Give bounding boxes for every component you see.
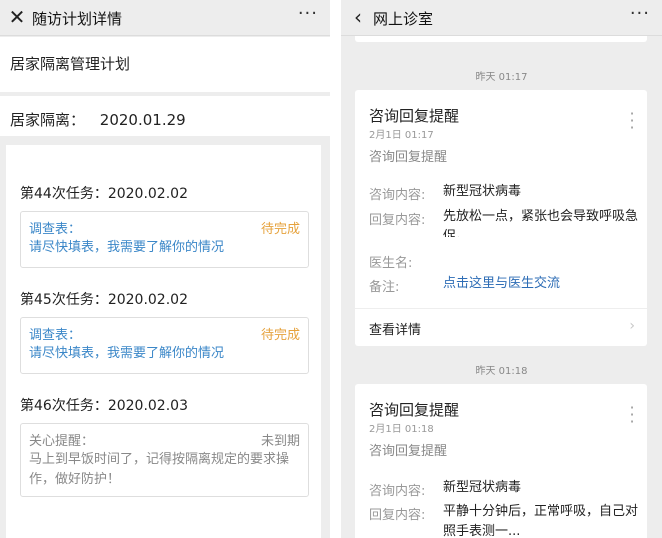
more-icon[interactable]: ···	[630, 3, 650, 24]
close-icon[interactable]: ✕	[6, 6, 28, 28]
page-title: 随访计划详情	[32, 10, 123, 28]
isolation-date: 2020.01.29	[99, 111, 186, 129]
message-subtitle: 咨询回复提醒	[369, 150, 448, 165]
kebab-menu-icon[interactable]: · · ·	[627, 400, 637, 430]
view-details-link[interactable]: 查看详情	[369, 319, 421, 338]
task-box-46[interactable]: 关心提醒： 未到期 马上到早饭时间了，记得按隔离规定的要求操作，做好防护！	[20, 423, 309, 497]
task-header-44: 第44次任务：2020.02.02	[20, 186, 188, 202]
kebab-menu-icon[interactable]: · · ·	[627, 106, 637, 136]
isolation-label: 居家隔离：	[10, 111, 86, 129]
more-icon[interactable]: ···	[298, 3, 318, 24]
task-text: 马上到早饭时间了，记得按隔离规定的要求操作，做好防护！	[29, 452, 290, 487]
plan-title-row: 居家隔离管理计划	[0, 37, 330, 92]
plan-title: 居家隔离管理计划	[10, 55, 131, 73]
field-value: 新型冠状病毒	[443, 184, 522, 199]
divider	[355, 308, 647, 309]
online-clinic-screen: 昨天 01:17 咨询回复提醒 2月1日 01:17 · · · 咨询回复提醒 咨询…	[341, 0, 662, 538]
task-box-45[interactable]: 调查表： 待完成 请尽快填表，我需要了解你的情况	[20, 317, 309, 374]
navbar: ✕ 随访计划详情 ···	[0, 0, 330, 36]
navbar: ‹ 网上诊室 ···	[341, 0, 662, 36]
field-value: 新型冠状病毒	[443, 480, 522, 495]
follow-up-plan-screen: ✕ 随访计划详情 ··· 居家隔离管理计划 居家隔离： 2020.01.29 第…	[0, 0, 330, 538]
task-header-45: 第45次任务：2020.02.02	[20, 292, 188, 308]
task-text: 请尽快填表，我需要了解你的情况	[29, 346, 225, 361]
field-label: 咨询内容:	[369, 484, 426, 499]
message-time: 昨天 01:17	[475, 72, 528, 83]
field-value: 平静十分钟后，正常呼吸，自己对照手表测一...	[443, 504, 639, 538]
task-label: 关心提醒：	[29, 434, 95, 449]
field-label: 备注:	[369, 280, 400, 295]
page-title: 网上诊室	[373, 10, 434, 28]
field-label: 回复内容:	[369, 213, 426, 228]
message-card-1[interactable]: 咨询回复提醒 2月1日 01:17 · · · 咨询回复提醒 咨询内容: 新型冠状病…	[355, 90, 647, 346]
message-subtitle: 咨询回复提醒	[369, 444, 448, 459]
back-icon[interactable]: ‹	[347, 6, 369, 28]
message-title: 咨询回复提醒	[369, 401, 460, 419]
task-header-46: 第46次任务：2020.02.03	[20, 398, 188, 414]
message-card-2[interactable]: 咨询回复提醒 2月1日 01:18 · · · 咨询回复提醒 咨询内容: 新型冠状病…	[355, 384, 647, 538]
status-badge: 待完成	[260, 328, 300, 343]
isolation-row: 居家隔离： 2020.01.29	[0, 96, 330, 136]
field-label: 医生名:	[369, 256, 413, 271]
panel-gap	[330, 0, 341, 538]
field-value: 先放松一点，紧张也会导致呼吸急促。	[443, 209, 638, 237]
task-list: 第44次任务：2020.02.02 调查表： 待完成 请尽快填表，我需要了解你的…	[6, 145, 321, 538]
message-time: 昨天 01:18	[475, 366, 528, 377]
task-label: 调查表：	[29, 328, 82, 343]
message-title: 咨询回复提醒	[369, 107, 460, 125]
chevron-right-icon: ›	[629, 318, 635, 334]
status-badge: 未到期	[260, 434, 300, 449]
task-text: 请尽快填表，我需要了解你的情况	[29, 240, 225, 255]
message-date: 2月1日 01:18	[369, 424, 434, 435]
chat-with-doctor-link[interactable]: 点击这里与医生交流	[443, 274, 638, 294]
task-label: 调查表：	[29, 222, 82, 237]
status-badge: 待完成	[260, 222, 300, 237]
task-box-44[interactable]: 调查表： 待完成 请尽快填表，我需要了解你的情况	[20, 211, 309, 268]
message-date: 2月1日 01:17	[369, 130, 434, 141]
field-label: 回复内容:	[369, 508, 426, 523]
field-label: 咨询内容:	[369, 188, 426, 203]
